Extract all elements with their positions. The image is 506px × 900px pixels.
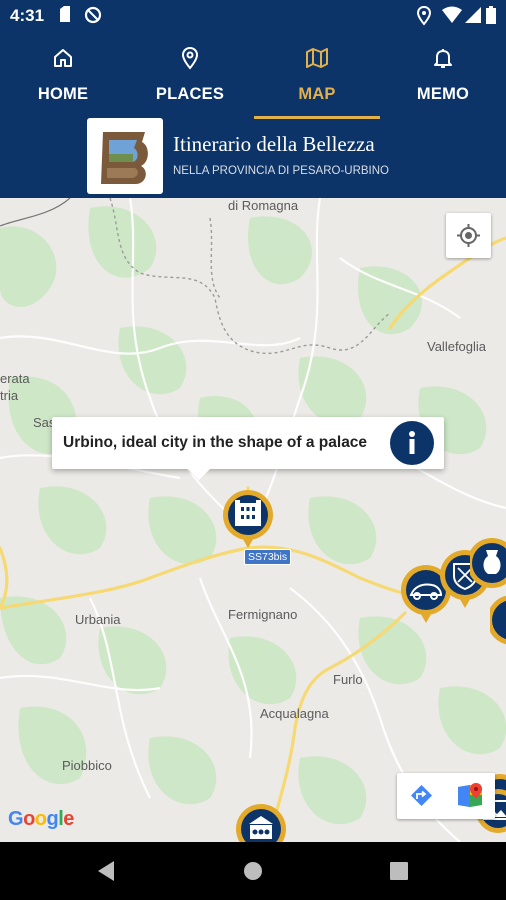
urbino-palace-marker[interactable] bbox=[220, 488, 276, 550]
directions-button[interactable] bbox=[397, 773, 446, 819]
recents-icon[interactable] bbox=[390, 862, 408, 880]
tab-bar: HOME PLACES MAP MEMO bbox=[0, 36, 506, 120]
wifi-icon bbox=[442, 6, 462, 23]
theatre-marker[interactable] bbox=[233, 802, 289, 842]
home-icon bbox=[54, 49, 72, 67]
tab-memo-label: MEMO bbox=[416, 85, 470, 103]
place-label: di Romagna bbox=[228, 198, 299, 213]
popup-pointer bbox=[187, 468, 211, 480]
tab-home[interactable]: HOME bbox=[0, 36, 126, 120]
place-label: erata bbox=[0, 371, 30, 386]
place-label: Acqualagna bbox=[260, 706, 329, 721]
place-label: Fermignano bbox=[228, 607, 298, 622]
signal-icon bbox=[465, 7, 481, 23]
partial-marker[interactable] bbox=[490, 593, 506, 653]
google-attribution: Google bbox=[8, 808, 74, 830]
place-label: tria bbox=[0, 388, 19, 403]
system-nav-bar bbox=[0, 842, 506, 900]
open-in-maps-button[interactable] bbox=[446, 773, 495, 819]
google-maps-icon bbox=[458, 783, 482, 807]
sync-off-icon bbox=[84, 6, 102, 24]
my-location-icon bbox=[457, 224, 480, 247]
status-bar: 4:31 bbox=[0, 0, 506, 32]
place-label: Urbania bbox=[75, 612, 121, 627]
location-status-icon bbox=[416, 6, 432, 26]
place-label: Piobbico bbox=[62, 758, 112, 773]
tab-map-label: MAP bbox=[298, 85, 336, 103]
tab-memo[interactable]: MEMO bbox=[380, 36, 506, 120]
battery-icon bbox=[486, 6, 496, 24]
sd-card-icon bbox=[60, 6, 70, 22]
tab-places-label: PLACES bbox=[155, 85, 225, 103]
home-nav-icon[interactable] bbox=[243, 861, 263, 881]
app-header: 4:31 HOME PLACES MAP MEMO Itinerario del… bbox=[0, 0, 506, 198]
app-logo bbox=[87, 118, 163, 194]
bell-icon bbox=[434, 49, 452, 68]
back-icon[interactable] bbox=[96, 860, 116, 882]
brand-title: Itinerario della Bellezza bbox=[173, 132, 375, 156]
info-button[interactable] bbox=[390, 421, 434, 465]
directions-icon bbox=[411, 785, 432, 806]
amphora-marker[interactable] bbox=[470, 536, 506, 598]
tab-places[interactable]: PLACES bbox=[127, 36, 253, 120]
road-shield: SS73bis bbox=[244, 549, 292, 565]
tab-home-label: HOME bbox=[37, 85, 89, 103]
my-location-button[interactable] bbox=[446, 213, 491, 258]
tab-map[interactable]: MAP bbox=[254, 36, 380, 120]
map-tools bbox=[397, 773, 495, 819]
location-pin-icon bbox=[181, 46, 199, 70]
map-view[interactable]: di Romagna Vallefoglia erata tria Sas Ur… bbox=[0, 198, 506, 842]
place-label: Vallefoglia bbox=[427, 339, 487, 354]
brand-subtitle: NELLA PROVINCIA DI PESARO-URBINO bbox=[173, 165, 390, 177]
map-icon bbox=[306, 48, 328, 68]
place-info-popup[interactable]: Urbino, ideal city in the shape of a pal… bbox=[52, 417, 444, 469]
popup-title: Urbino, ideal city in the shape of a pal… bbox=[63, 434, 368, 451]
info-icon bbox=[409, 431, 415, 454]
status-time: 4:31 bbox=[10, 6, 45, 25]
brand-banner: Itinerario della Bellezza NELLA PROVINCI… bbox=[0, 118, 506, 198]
place-label: Furlo bbox=[333, 672, 363, 687]
